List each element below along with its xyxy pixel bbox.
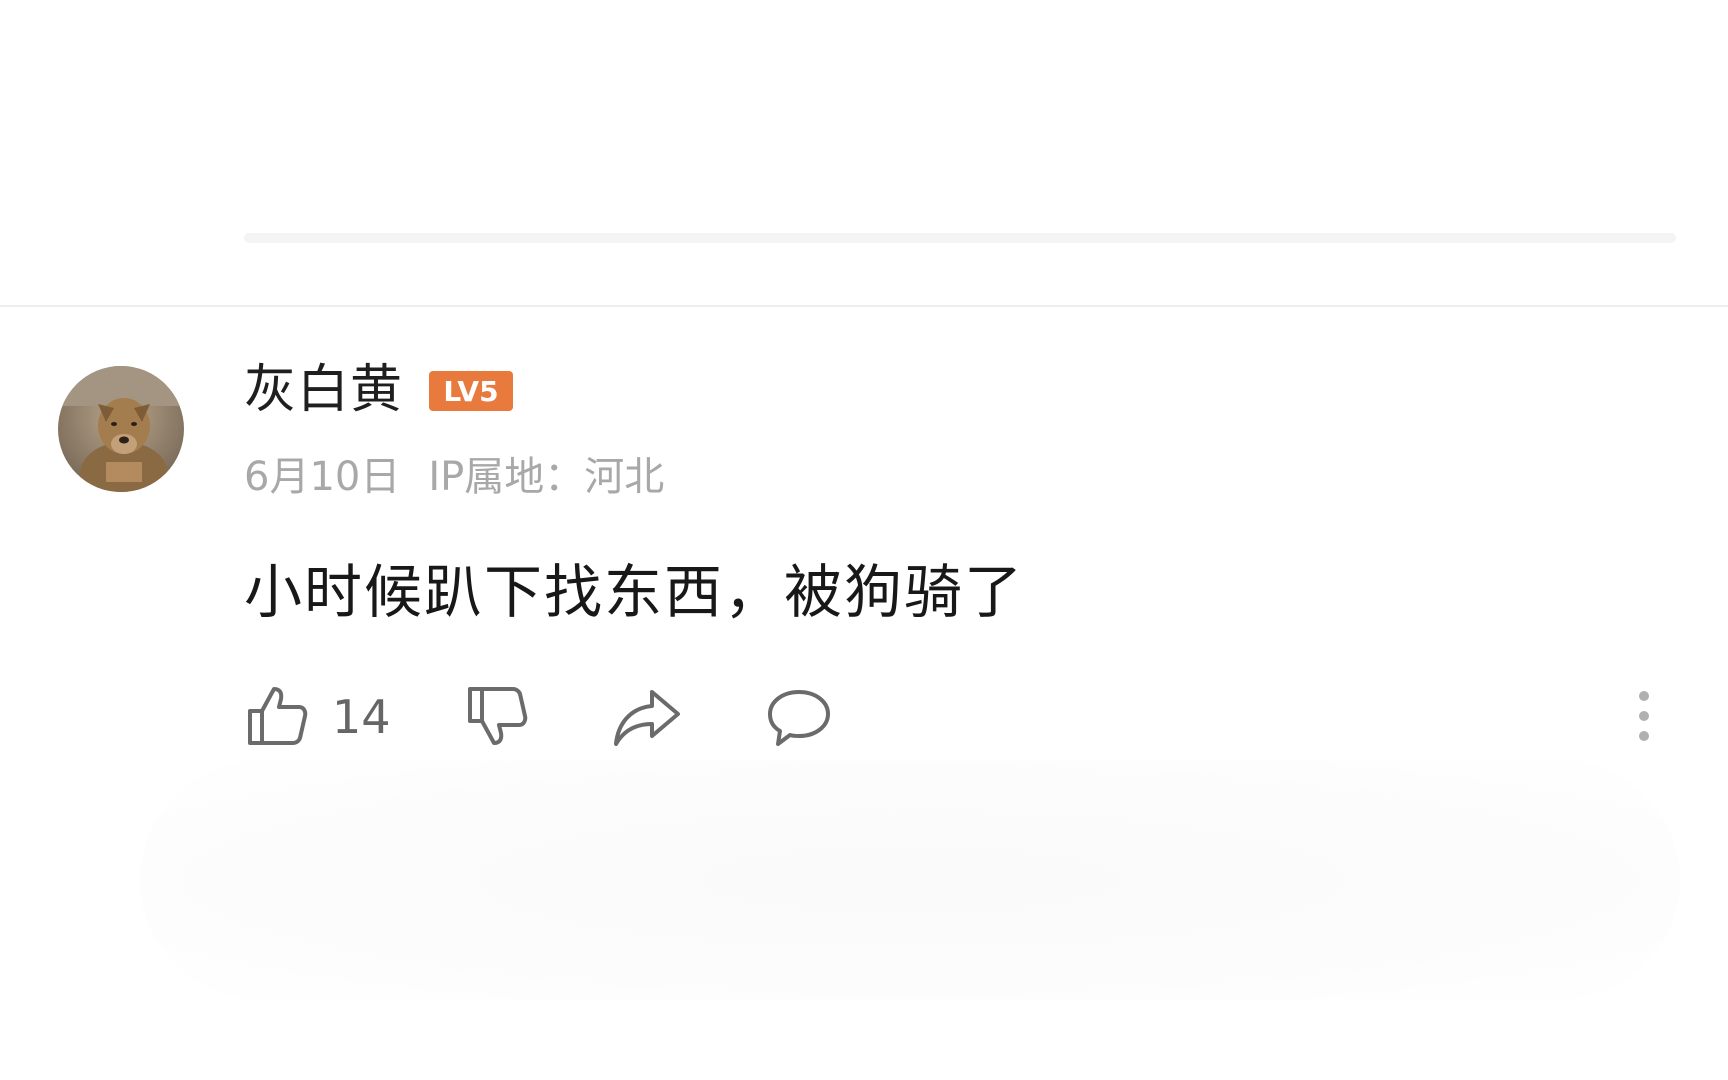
previous-reply-bar <box>244 233 1676 243</box>
reply-button[interactable] <box>764 686 834 752</box>
speech-bubble-icon <box>768 690 830 746</box>
level-badge: LV5 <box>429 371 513 411</box>
comment-text: 小时候趴下找东西，被狗骑了 <box>244 558 1025 626</box>
like-count: 14 <box>332 690 391 744</box>
more-options-button[interactable] <box>1634 686 1654 750</box>
like-button[interactable] <box>244 683 310 753</box>
comment-divider <box>0 305 1728 307</box>
faded-content-area <box>140 760 1680 1000</box>
dog-avatar-image <box>58 366 184 492</box>
comment-meta: 6月10日 IP属地：河北 <box>244 450 664 504</box>
ip-location: IP属地：河北 <box>428 454 665 500</box>
thumbs-up-icon <box>248 687 308 745</box>
vertical-ellipsis-icon <box>1639 691 1649 741</box>
svg-text:LV5: LV5 <box>443 375 498 408</box>
avatar[interactable] <box>58 366 184 492</box>
comment-page: 灰白黄 LV5 6月10日 IP属地：河北 小时候趴下找东西，被狗骑了 14 <box>0 0 1728 1080</box>
share-arrow-icon <box>614 690 680 746</box>
dislike-button[interactable] <box>464 683 530 753</box>
username[interactable]: 灰白黄 <box>244 358 403 422</box>
thumbs-down-icon <box>468 687 528 745</box>
share-button[interactable] <box>612 686 684 752</box>
comment-date: 6月10日 <box>244 454 401 500</box>
